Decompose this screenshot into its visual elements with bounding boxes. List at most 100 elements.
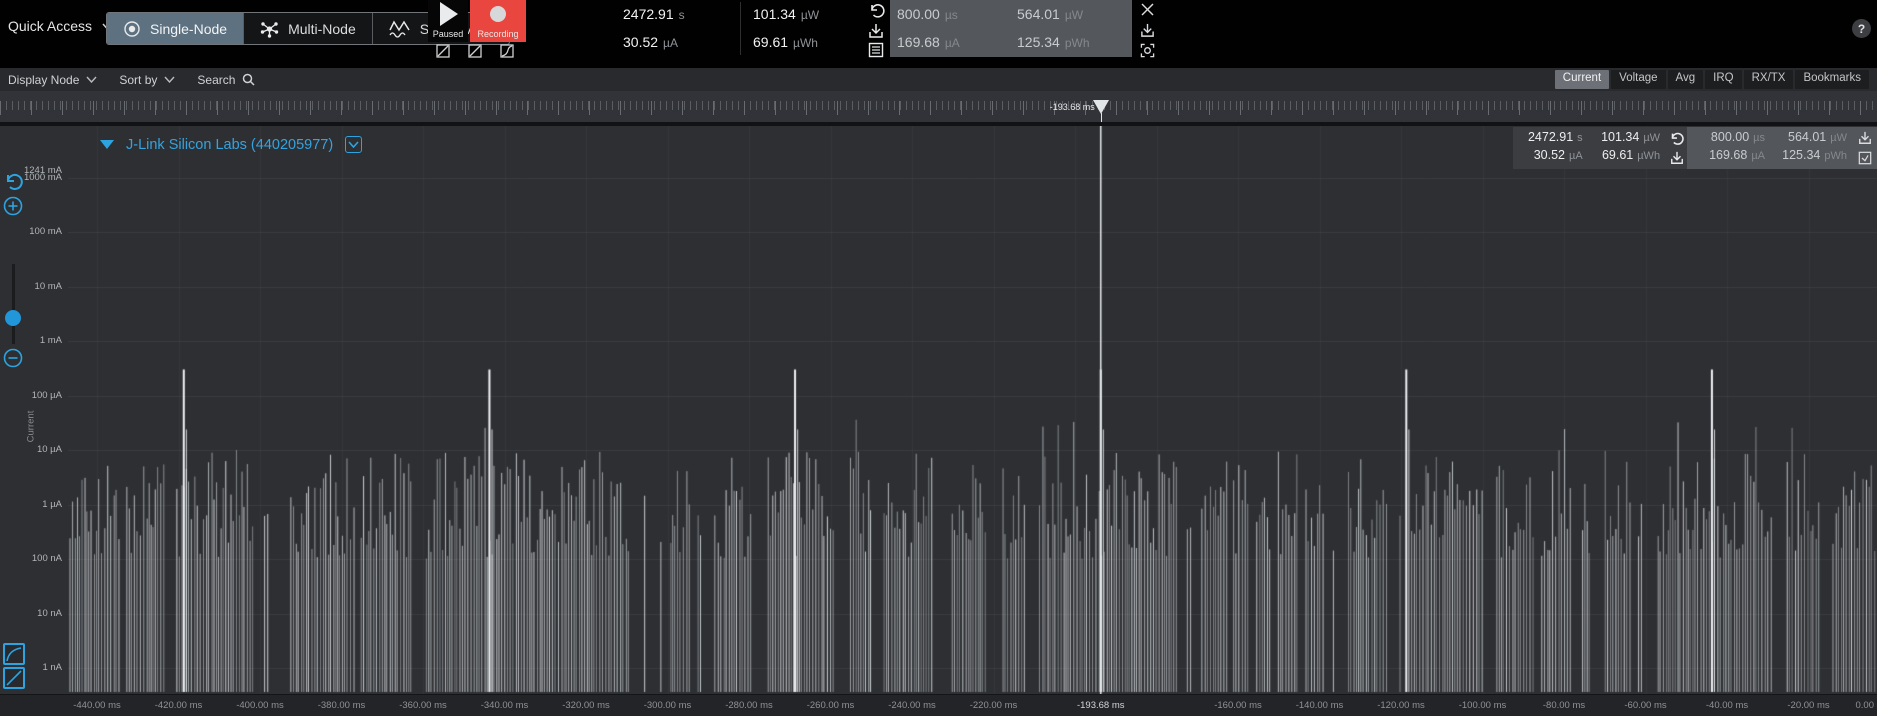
live-power-value: 101.34 <box>753 6 796 22</box>
chevron-down-icon <box>348 141 359 148</box>
selection-current-unit: µA <box>945 36 960 50</box>
x-axis-tick-label: 0.00 <box>1856 700 1875 711</box>
x-axis-cursor-label: -193.68 ms <box>1077 700 1125 711</box>
x-axis-tick-label: -300.00 ms <box>644 700 692 711</box>
tab-single-node[interactable]: Single-Node <box>107 13 244 44</box>
y-axis-tick-label: 10 mA <box>2 281 62 292</box>
export-icon[interactable] <box>1670 151 1684 165</box>
tab-voltage[interactable]: Voltage <box>1611 70 1665 89</box>
record-button[interactable]: Recording <box>470 0 526 42</box>
tab-rxtx[interactable]: RX/TX <box>1744 70 1794 89</box>
y-axis-tick-label: 100 mA <box>2 226 62 237</box>
selection-power-value: 564.01 <box>1017 6 1060 22</box>
live-power-unit: µW <box>801 8 819 22</box>
export-icon[interactable] <box>1140 23 1155 38</box>
zoom-in-icon[interactable] <box>3 196 23 216</box>
node-options-checkbox[interactable] <box>345 136 362 153</box>
search-control[interactable]: Search <box>197 73 255 87</box>
node-header: J-Link Silicon Labs (440205977) <box>100 136 362 153</box>
tab-multi-node[interactable]: Multi-Node <box>244 13 373 44</box>
chart-selection-measurements: 800.00µs 169.68µA 564.01µW 125.34pWh <box>1687 127 1877 169</box>
display-node-dropdown[interactable]: Display Node <box>8 73 97 87</box>
cursor-time-label: -193.68 ms <box>1035 102 1095 112</box>
x-axis-tick-label: -80.00 ms <box>1543 700 1585 711</box>
timeline-overview-ruler[interactable] <box>0 91 1877 122</box>
x-axis-tick-label: -360.00 ms <box>399 700 447 711</box>
chart-live-time-current: 2472.91 s 30.52 µA <box>1513 127 1589 169</box>
export-icon[interactable] <box>1858 131 1872 145</box>
chart-meas-icons <box>1666 127 1687 169</box>
selection-current-value: 169.68 <box>897 34 940 50</box>
screenshot-icon[interactable] <box>1140 43 1155 58</box>
live-current-unit: µA <box>663 36 678 50</box>
tab-bookmarks[interactable]: Bookmarks <box>1795 70 1869 89</box>
diagonal-box-icon[interactable] <box>436 44 450 58</box>
current-waveform-chart[interactable] <box>68 126 1877 694</box>
selection-duration-current-group: 800.00µs 169.68µA <box>897 0 960 57</box>
chevron-down-icon <box>164 76 175 83</box>
chevron-down-icon <box>86 76 97 83</box>
save-image-icon[interactable] <box>1858 151 1872 165</box>
diagonal-box-icon[interactable] <box>468 44 482 58</box>
x-axis-tick-label: -240.00 ms <box>888 700 936 711</box>
value: 2472.91 <box>1528 130 1573 144</box>
chart-sel-icons <box>1853 127 1877 169</box>
log-scale-button[interactable] <box>3 643 25 665</box>
quick-access-menu[interactable]: Quick Access <box>8 18 113 34</box>
divider <box>740 2 741 55</box>
multi-node-icon <box>260 20 279 38</box>
tab-label: Single-Node <box>150 21 227 37</box>
x-axis-tick-label: -340.00 ms <box>481 700 529 711</box>
undo-icon[interactable] <box>1669 131 1684 146</box>
unit: pWh <box>1824 150 1847 162</box>
x-axis-tick-label: -420.00 ms <box>155 700 203 711</box>
undo-icon[interactable] <box>868 2 885 19</box>
ruler-major-ticks <box>0 101 1877 115</box>
play-button[interactable]: Paused <box>428 0 468 42</box>
help-button[interactable]: ? <box>1852 19 1871 38</box>
list-icon[interactable] <box>868 42 884 58</box>
y-axis-tick-label: 100 µA <box>2 390 62 401</box>
sort-by-label: Sort by <box>119 73 157 87</box>
selection-power-unit: µW <box>1065 8 1083 22</box>
chart-measurement-box: 2472.91s 30.52µA 101.34µW 69.61µWh <box>1513 127 1877 169</box>
tab-avg[interactable]: Avg <box>1668 70 1704 89</box>
help-label: ? <box>1858 22 1865 36</box>
unit: µW <box>1830 132 1847 144</box>
cursor-marker-icon[interactable] <box>1093 100 1109 114</box>
selection-duration-unit: µs <box>945 8 958 22</box>
linear-line-icon <box>5 669 23 687</box>
linear-scale-button[interactable] <box>3 667 25 689</box>
x-axis-tick-label: -260.00 ms <box>807 700 855 711</box>
selection-measurements-section: 800.00µs 169.68µA 564.01µW 125.34pWh <box>890 0 1132 57</box>
curve-box-icon[interactable] <box>500 44 514 58</box>
display-node-label: Display Node <box>8 73 79 87</box>
export-icon[interactable] <box>868 23 884 39</box>
reset-zoom-icon[interactable] <box>3 172 23 192</box>
zoom-out-icon[interactable] <box>3 348 23 368</box>
record-button-label: Recording <box>477 29 518 39</box>
quick-access-label: Quick Access <box>8 18 92 34</box>
view-tab-group: Current Voltage Avg IRQ RX/TX Bookmarks <box>1555 70 1869 89</box>
unit: s <box>1577 132 1583 144</box>
value: 30.52 <box>1534 148 1565 162</box>
unit: µA <box>1569 150 1583 162</box>
close-icon[interactable] <box>1140 2 1155 17</box>
sort-by-dropdown[interactable]: Sort by <box>119 73 175 87</box>
x-axis-tick-label: -100.00 ms <box>1459 700 1507 711</box>
zoom-slider-knob[interactable] <box>5 310 21 326</box>
single-node-icon <box>123 20 141 38</box>
tab-current[interactable]: Current <box>1555 70 1609 89</box>
tab-irq[interactable]: IRQ <box>1705 70 1741 89</box>
value: 69.61 <box>1602 148 1633 162</box>
record-icon <box>485 0 511 28</box>
y-axis-tick-label: 10 µA <box>2 444 62 455</box>
unit: µA <box>1751 150 1765 162</box>
collapse-triangle-icon[interactable] <box>100 140 114 149</box>
live-power-energy-group: 101.34µW 69.61µWh <box>753 0 819 57</box>
x-axis-tick-label: -320.00 ms <box>562 700 610 711</box>
live-energy-value: 69.61 <box>753 34 788 50</box>
value: 125.34 <box>1782 148 1820 162</box>
zoom-slider-track[interactable] <box>12 264 15 344</box>
unit: µWh <box>1637 150 1660 162</box>
